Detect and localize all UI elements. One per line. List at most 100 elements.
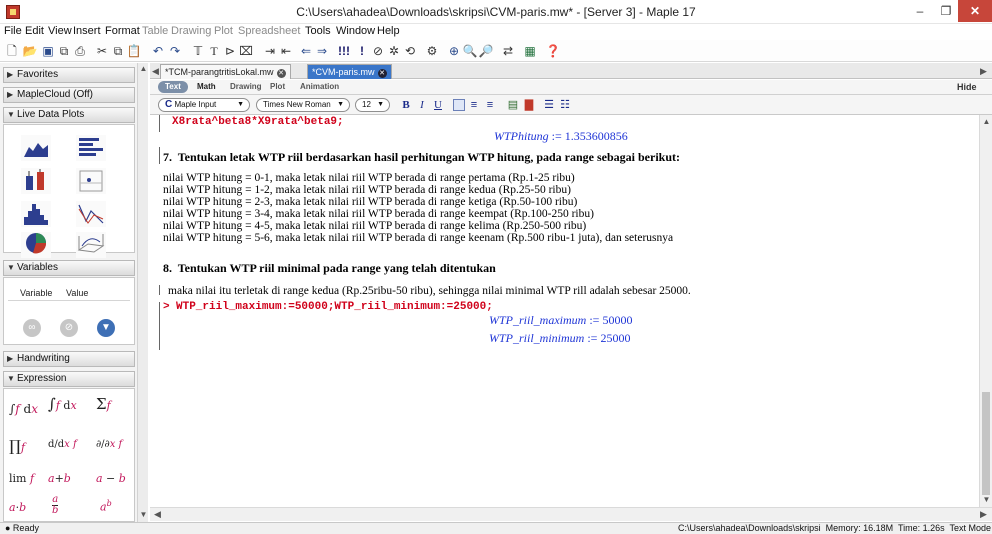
power-template[interactable]: ab [100,499,112,514]
font-size-dropdown[interactable]: 12 ▼ [355,98,390,112]
variables-header[interactable]: ▼ Variables [3,260,135,276]
menu-drawing[interactable]: Drawing [171,25,211,37]
close-button[interactable]: ✕ [958,0,992,22]
copy-icon[interactable]: ⧉ [110,43,126,59]
palette-scrollbar[interactable]: ▲ ▼ [137,63,148,522]
tab-tcm-parangtritis[interactable]: *TCM-parangtritisLokal.mw ✕ [160,64,291,79]
heading-8[interactable]: 8. Tentukan WTP riil minimal pada range … [163,261,496,276]
maple-input-line[interactable]: X8rata^beta8*X9rata^beta9; [172,116,344,128]
redo-icon[interactable]: ↷ [167,43,183,59]
range-line-4[interactable]: nilai WTP hitung = 3-4, maka letak nilai… [163,208,594,220]
bulleted-list-icon[interactable]: ☰ [542,98,556,112]
align-right-icon[interactable]: ≡ [484,98,496,112]
tab-scroll-left-icon[interactable]: ◀ [152,66,159,77]
text-insert-icon[interactable]: T [206,43,222,59]
align-left-icon[interactable] [453,99,465,111]
zoom-out-icon[interactable]: 🔎 [478,43,494,59]
favorites-palette-header[interactable]: ▶ Favorites [3,67,135,83]
worksheet[interactable]: X8rata^beta8*X9rata^beta9; WTPhitung := … [150,115,979,507]
document-vertical-scrollbar[interactable]: ▲ ▼ [979,115,992,507]
range-line-5[interactable]: nilai WTP hitung = 4-5, maka letak nilai… [163,220,586,232]
conclusion-text[interactable]: maka nilai itu terletak di range kedua (… [168,285,691,297]
menu-format[interactable]: Format [105,25,140,37]
plot-mode-button[interactable]: Plot [270,82,285,91]
highlight-color-icon[interactable]: ▇ [522,98,536,112]
menu-view[interactable]: View [48,25,72,37]
restart-icon[interactable]: ⟲ [402,43,418,59]
surface-plot-icon[interactable] [76,232,106,258]
text-tool-icon[interactable]: 𝕋 [190,43,206,59]
subtraction-template[interactable]: a − b [96,472,126,485]
font-dropdown[interactable]: Times New Roman ▼ [256,98,350,112]
menu-table[interactable]: Table [142,25,168,37]
execute-icon[interactable]: ! [354,43,370,59]
print-icon[interactable]: ⎙ [72,43,88,59]
product-template[interactable]: ∏f [9,437,25,455]
menu-insert[interactable]: Insert [73,25,101,37]
scroll-up-arrow-icon[interactable]: ▲ [139,64,148,74]
scroll-down-arrow-icon[interactable]: ▼ [139,510,148,520]
derivative-template[interactable]: d/dx f [48,439,77,450]
cut-icon[interactable]: ✂ [94,43,110,59]
save-all-icon[interactable]: ⧉ [56,43,72,59]
insert-table-icon[interactable]: ▤ [506,98,520,112]
close-tab-icon[interactable]: ✕ [377,69,387,78]
scatter-plot-icon[interactable] [76,168,106,194]
scroll-down-arrow-icon[interactable]: ▼ [982,495,991,504]
zoom-in-icon[interactable]: 🔍 [462,43,478,59]
range-line-3[interactable]: nilai WTP hitung = 2-3, maka letak nilai… [163,196,577,208]
value-column-header[interactable]: Value [66,288,88,298]
heading-7[interactable]: 7. Tentukan letak WTP riil berdasarkan h… [163,150,680,165]
range-line-6[interactable]: nilai WTP hitung = 5-6, maka letak nilai… [163,232,673,244]
math-mode-button[interactable]: Math [197,82,216,91]
tab-cvm-paris[interactable]: *CVM-paris.mw ✕ [307,64,392,79]
box-plot-icon[interactable] [21,168,51,194]
multiplication-template[interactable]: a·b [9,501,26,514]
execution-group-icon[interactable]: ⊳ [222,43,238,59]
tab-scroll-right-icon[interactable]: ▶ [980,66,987,77]
expression-header[interactable]: ▼ Expression [3,371,135,387]
bold-button[interactable]: B [401,98,411,112]
document-horizontal-scrollbar[interactable]: ◀ ▶ [150,507,992,521]
menu-file[interactable]: File [4,25,22,37]
menu-tools[interactable]: Tools [305,25,331,37]
line-plot-icon[interactable] [76,201,106,227]
execution-group-bracket[interactable] [159,302,160,350]
forward-arrow-icon[interactable]: ⇒ [314,43,330,59]
outdent-icon[interactable]: ⇤ [278,43,294,59]
bar-chart-icon[interactable] [76,135,106,161]
back-arrow-icon[interactable]: ⇐ [298,43,314,59]
spreadsheet-icon[interactable]: ▦ [522,43,538,59]
stop-icon[interactable]: ⊘ [370,43,386,59]
hide-button[interactable]: Hide [957,82,977,92]
scroll-left-arrow-icon[interactable]: ◀ [154,509,161,520]
menu-help[interactable]: Help [377,25,400,37]
maple-input-line[interactable]: WTP_riil_maximum:=50000;WTP_riil_minimum… [176,301,493,313]
text-group-bracket[interactable] [159,147,160,164]
handwriting-header[interactable]: ▶ Handwriting [3,351,135,367]
execute-all-icon[interactable]: !!! [336,43,352,59]
align-center-icon[interactable]: ≡ [468,98,480,112]
menu-spreadsheet[interactable]: Spreadsheet [238,25,300,37]
pie-chart-icon[interactable] [21,232,51,258]
scroll-up-arrow-icon[interactable]: ▲ [982,117,991,126]
execution-group-bracket[interactable] [159,115,160,132]
summation-template[interactable]: Σf [96,395,111,413]
histogram-icon[interactable] [21,201,51,227]
menu-window[interactable]: Window [336,25,375,37]
menu-edit[interactable]: Edit [25,25,44,37]
area-plot-icon[interactable] [21,135,51,161]
scroll-right-arrow-icon[interactable]: ▶ [980,509,987,520]
zoom-icon[interactable]: ⊕ [446,43,462,59]
toggle-view-icon[interactable]: ⇄ [500,43,516,59]
delete-output-icon[interactable]: ⌧ [238,43,254,59]
settings-icon[interactable]: ⚙ [424,43,440,59]
menu-plot[interactable]: Plot [214,25,233,37]
fraction-template[interactable]: ab [52,495,59,516]
drawing-mode-button[interactable]: Drawing [230,82,262,91]
maplecloud-palette-header[interactable]: ▶ MapleCloud (Off) [3,87,135,103]
debug-icon[interactable]: ✲ [386,43,402,59]
save-icon[interactable]: ▣ [40,43,56,59]
text-mode-button[interactable]: Text [158,81,188,93]
new-document-icon[interactable]: 🗋 [4,43,20,59]
